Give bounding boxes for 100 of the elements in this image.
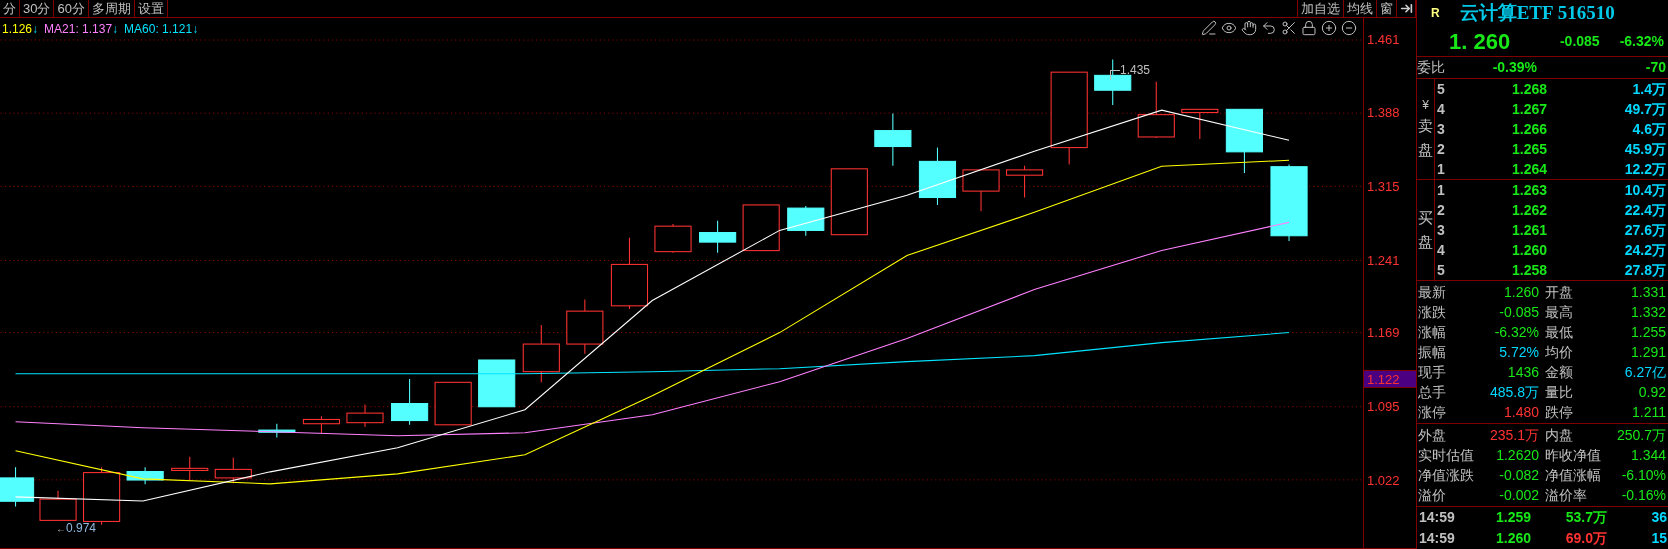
bid-ratio-label: 委比 (1417, 58, 1446, 77)
lock-icon[interactable] (1301, 20, 1317, 36)
period-tab[interactable]: 30分 (20, 0, 55, 17)
stat-label: 最新 (1418, 282, 1446, 302)
candlestick (874, 113, 912, 167)
level-number: 5 (1436, 79, 1446, 99)
stat-value: 6.27亿 (1624, 362, 1666, 382)
price-change: -0.085 (1559, 31, 1600, 51)
trade-count: 15 (1650, 529, 1668, 548)
price-axis-label: 1.169 (1367, 325, 1400, 342)
stat-value: -6.32% (1494, 322, 1539, 342)
flag-label: R (1431, 5, 1440, 22)
stat-value: -6.10% (1621, 465, 1666, 485)
period-tab[interactable]: 设置 (134, 0, 168, 17)
candlestick (171, 456, 209, 481)
stat-value: 1.331 (1630, 282, 1666, 302)
stat-label: 内盘 (1545, 425, 1573, 445)
percent-change: -6.32% (1619, 31, 1664, 51)
level-number: 3 (1436, 119, 1446, 139)
candlestick (742, 204, 780, 252)
order-volume: 4.6万 (1631, 119, 1666, 139)
candlestick (522, 324, 560, 383)
stat-label: 总手 (1418, 382, 1446, 402)
candlestick (126, 466, 164, 485)
order-price: 1.264 (1510, 159, 1547, 179)
order-price: 1.266 (1510, 119, 1547, 139)
order-price: 1.260 (1510, 240, 1547, 260)
order-price: 1.265 (1510, 139, 1547, 159)
bid-difference: -70 (1644, 58, 1666, 77)
candlestick (39, 490, 77, 521)
arrow-mark: ← (56, 521, 66, 536)
candlestick (1225, 108, 1263, 174)
high-price-label: 1.435 (1120, 62, 1151, 79)
stat-label: 昨收净值 (1545, 445, 1601, 465)
stat-value: 5.72% (1499, 342, 1539, 362)
candlestick (434, 381, 472, 426)
undo-icon[interactable] (1261, 20, 1277, 36)
candlestick (699, 220, 737, 254)
order-volume: 49.7万 (1623, 99, 1666, 119)
stat-label: 外盘 (1418, 425, 1446, 445)
candlestick (918, 147, 957, 206)
pen-icon[interactable] (1201, 20, 1217, 36)
toolbar-button[interactable]: 均线 (1343, 0, 1376, 17)
stat-label: 溢价率 (1545, 485, 1587, 505)
trade-price: 1.259 (1494, 508, 1531, 527)
price-axis-label: 1.388 (1367, 105, 1400, 122)
low-price-label: 0.974 (66, 520, 97, 537)
order-price: 1.258 (1510, 260, 1547, 280)
moving-average-value: MA60: 1.121↓ (124, 21, 199, 38)
trade-time: 14:59 (1418, 508, 1456, 527)
toolbar-button[interactable]: 窗 (1376, 0, 1396, 17)
eye-icon[interactable] (1221, 20, 1237, 36)
trade-time: 14:59 (1418, 529, 1456, 548)
stat-value: 235.1万 (1489, 425, 1539, 445)
bid-ratio-value: -0.39% (1491, 58, 1537, 77)
stat-label: 金额 (1545, 362, 1573, 382)
candlestick (0, 466, 35, 508)
order-volume: 10.4万 (1623, 180, 1666, 200)
candlestick (787, 205, 825, 237)
price-axis-label: 1.461 (1367, 32, 1400, 49)
moving-average-value: 1.126↓ (2, 21, 39, 38)
candlestick (1181, 108, 1219, 140)
order-price: 1.261 (1510, 220, 1547, 240)
stat-label: 净值涨跌 (1418, 465, 1474, 485)
zoom-in-icon[interactable] (1321, 20, 1337, 36)
order-volume: 27.8万 (1623, 260, 1666, 280)
level-number: 1 (1436, 159, 1446, 179)
stat-label: 净值涨幅 (1545, 465, 1601, 485)
price-axis-label: 1.095 (1367, 399, 1400, 416)
stat-label: 现手 (1418, 362, 1446, 382)
stat-value: 1.260 (1503, 282, 1539, 302)
period-tab[interactable]: 60分 (54, 0, 89, 17)
level-number: 4 (1436, 240, 1446, 260)
stat-label: 实时估值 (1418, 445, 1474, 465)
trade-price: 1.260 (1494, 529, 1531, 548)
stat-value: 1.332 (1630, 302, 1666, 322)
toolbar-button[interactable]: 加自选 (1297, 0, 1343, 17)
order-price: 1.267 (1510, 99, 1547, 119)
stat-value: 0.92 (1638, 382, 1666, 402)
security-name: 云计算ETF 516510 (1459, 0, 1615, 25)
hand-icon[interactable] (1241, 20, 1257, 36)
period-tab[interactable]: 分 (0, 0, 20, 17)
stat-label: 涨跌 (1418, 302, 1446, 322)
stat-value: -0.002 (1499, 485, 1539, 505)
order-price: 1.268 (1510, 79, 1547, 99)
side-label: 卖盘 (1418, 116, 1433, 160)
trade-volume: 53.7万 (1564, 508, 1607, 527)
price-axis-label: 1.241 (1367, 252, 1400, 269)
scissors-icon[interactable] (1281, 20, 1297, 36)
arrow-to-line-icon (1399, 2, 1413, 15)
price-axis-label: 1.315 (1367, 178, 1400, 195)
period-tab[interactable]: 多周期 (88, 0, 135, 17)
candlestick (962, 169, 1000, 212)
stat-value: -0.16% (1621, 485, 1666, 505)
collapse-button[interactable] (1396, 0, 1416, 17)
stat-label: 涨幅 (1418, 322, 1446, 342)
last-price: 1. 260 (1449, 27, 1511, 56)
stat-label: 均价 (1545, 342, 1573, 362)
zoom-out-icon[interactable] (1341, 20, 1357, 36)
order-volume: 12.2万 (1623, 159, 1666, 179)
